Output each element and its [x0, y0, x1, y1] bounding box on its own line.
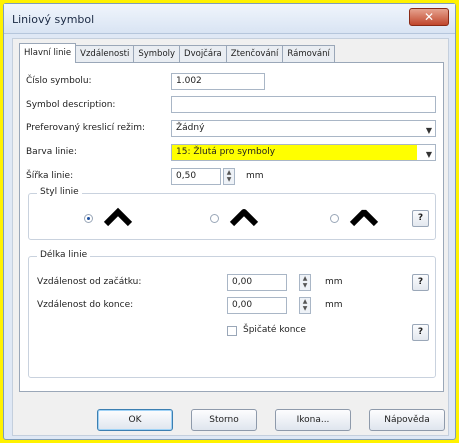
symbol-number-label: Číslo symbolu:: [26, 76, 92, 86]
line-color-value: 15: Žlutá pro symboly: [176, 147, 276, 157]
line-width-spinner[interactable]: ▲ ▼: [223, 168, 235, 185]
round-join-icon: [229, 209, 259, 227]
line-color-select[interactable]: 15: Žlutá pro symboly ▼: [171, 144, 436, 161]
tab-main-line[interactable]: Hlavní linie: [19, 43, 77, 63]
line-style-title: Styl linie: [37, 187, 82, 197]
main-line-panel: Číslo symbolu: 1.002 Symbol description:…: [19, 62, 444, 392]
start-distance-unit: mm: [325, 277, 343, 287]
start-distance-field[interactable]: 0,00: [227, 274, 287, 291]
description-label: Symbol description:: [26, 100, 116, 110]
line-style-bevel-radio[interactable]: [330, 214, 339, 223]
end-distance-spinner[interactable]: ▲ ▼: [299, 297, 311, 314]
tab-distances[interactable]: Vzdálenosti: [75, 45, 135, 63]
symbol-number-field[interactable]: 1.002: [171, 73, 265, 90]
tab-symbols[interactable]: Symboly: [133, 45, 181, 63]
line-length-title: Délka linie: [37, 250, 91, 260]
line-length-help-button-1[interactable]: ?: [412, 274, 429, 291]
tab-double-line[interactable]: Dvojčára: [179, 45, 227, 63]
start-distance-spinner[interactable]: ▲ ▼: [299, 274, 311, 291]
line-style-help-button[interactable]: ?: [412, 210, 429, 227]
end-distance-label: Vzdálenost do konce:: [37, 300, 134, 310]
line-width-field[interactable]: 0,50: [171, 168, 221, 185]
draw-mode-label: Preferovaný kreslicí režim:: [26, 123, 146, 133]
description-field[interactable]: [171, 96, 436, 113]
miter-join-icon: [103, 207, 133, 227]
line-width-unit: mm: [246, 171, 264, 181]
title-bar: Liniový symbol ✕: [4, 4, 455, 34]
icon-button[interactable]: Ikona...: [275, 409, 351, 431]
draw-mode-select[interactable]: Žádný ▼: [171, 120, 436, 137]
start-distance-label: Vzdálenost od začátku:: [37, 277, 142, 287]
dialog-window: Liniový symbol ✕ Hlavní linie Vzdálenost…: [3, 3, 456, 440]
close-button[interactable]: ✕: [409, 8, 449, 26]
line-length-group: Délka linie Vzdálenost od začátku: 0,00 …: [28, 250, 436, 378]
ok-button[interactable]: OK: [97, 409, 173, 431]
window-title: Liniový symbol: [12, 13, 95, 26]
bevel-join-icon: [349, 209, 379, 227]
draw-mode-value: Žádný: [176, 123, 205, 133]
pointed-ends-label: Špičaté konce: [243, 325, 306, 335]
line-style-round-radio[interactable]: [210, 214, 219, 223]
help-button[interactable]: Nápověda: [369, 409, 445, 431]
dropdown-arrow-icon: ▼: [425, 150, 432, 159]
dropdown-arrow-icon: ▼: [425, 126, 432, 135]
tab-strip: Hlavní linie Vzdálenosti Symboly Dvojčár…: [19, 43, 335, 63]
cancel-button[interactable]: Storno: [191, 409, 257, 431]
dialog-client-area: Hlavní linie Vzdálenosti Symboly Dvojčár…: [12, 38, 449, 436]
tab-thinning[interactable]: Ztenčování: [225, 45, 284, 63]
line-style-miter-radio[interactable]: [84, 214, 93, 223]
pointed-ends-checkbox[interactable]: [227, 326, 237, 336]
line-style-group: Styl linie ?: [28, 187, 436, 240]
line-width-label: Šířka linie:: [26, 171, 74, 181]
end-distance-unit: mm: [325, 300, 343, 310]
tab-framing[interactable]: Rámování: [282, 45, 335, 63]
line-length-help-button-2[interactable]: ?: [412, 324, 429, 341]
line-color-label: Barva linie:: [26, 147, 77, 157]
end-distance-field[interactable]: 0,00: [227, 297, 287, 314]
